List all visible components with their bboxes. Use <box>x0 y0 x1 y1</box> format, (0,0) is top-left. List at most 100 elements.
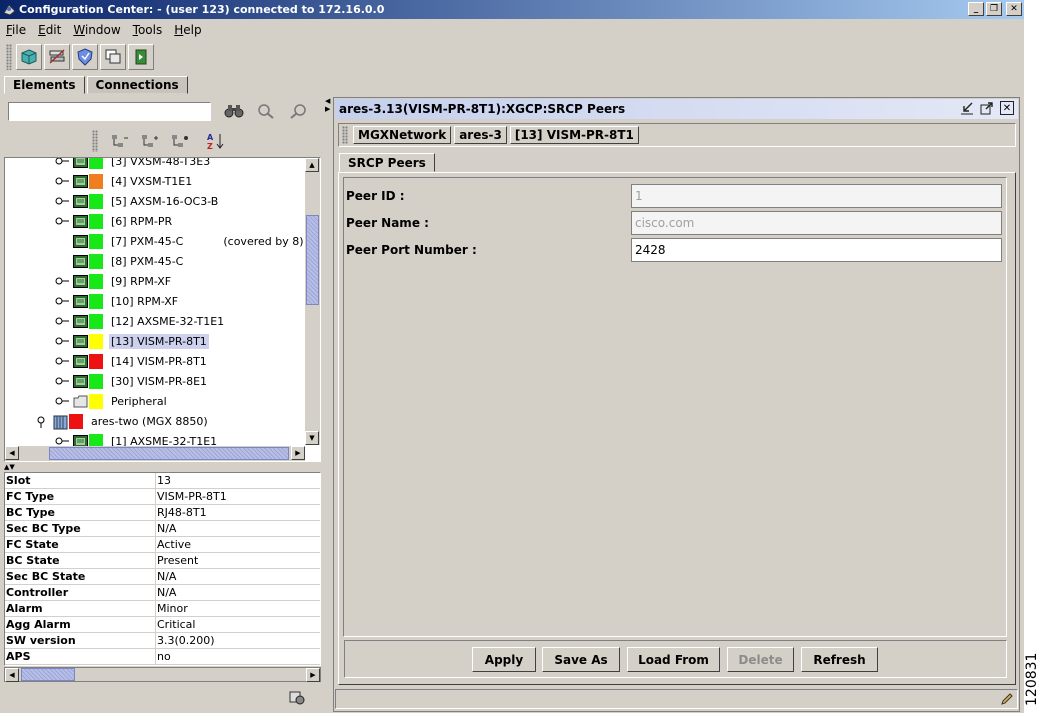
tree-vertical-scrollbar[interactable]: ▲ ▼ <box>305 158 320 445</box>
tree-row[interactable]: [9] RPM-XF <box>55 271 173 291</box>
tree-item-label[interactable]: [14] VISM-PR-8T1 <box>109 354 209 369</box>
breadcrumb-network[interactable]: MGXNetwork <box>353 126 452 144</box>
toolbar-network-button[interactable] <box>44 44 70 70</box>
tree-item-label[interactable]: [4] VXSM-T1E1 <box>109 174 194 189</box>
minimize-button[interactable]: _ <box>968 2 984 16</box>
tree-item-label[interactable]: ares-two (MGX 8850) <box>89 414 210 429</box>
tab-elements[interactable]: Elements <box>4 76 85 94</box>
tree-item-label[interactable]: [7] PXM-45-C <box>109 234 185 249</box>
tree-item-label[interactable]: [12] AXSME-32-T1E1 <box>109 314 226 329</box>
breadcrumb-node[interactable]: ares-3 <box>454 126 507 144</box>
close-button[interactable]: ✕ <box>1006 2 1022 16</box>
vertical-split-divider[interactable]: ◀ ▶ <box>325 95 332 712</box>
toolbar-shield-button[interactable] <box>72 44 98 70</box>
breadcrumb-grip[interactable] <box>342 126 348 144</box>
search-input[interactable] <box>8 102 211 121</box>
property-key: Sec BC Type <box>5 521 156 536</box>
expand-toggle-icon[interactable] <box>55 296 69 306</box>
expand-toggle-icon[interactable] <box>55 196 69 206</box>
tree-row[interactable]: ares-two (MGX 8850) <box>35 411 210 431</box>
apply-button[interactable]: Apply <box>472 647 536 672</box>
scroll-right-button[interactable]: ▶ <box>291 446 305 460</box>
expand-toggle-icon[interactable] <box>55 276 69 286</box>
panel-close-button[interactable]: ✕ <box>1000 101 1014 115</box>
tree-row[interactable]: [3] VXSM-48-T3E3 <box>55 158 212 171</box>
find-next-button[interactable] <box>254 101 278 121</box>
toolbar-windows-button[interactable] <box>100 44 126 70</box>
tree-vscroll-thumb[interactable] <box>306 215 319 305</box>
tree-horizontal-scrollbar[interactable]: ◀ ▶ <box>5 446 305 461</box>
save-as-button[interactable]: Save As <box>542 647 620 672</box>
panel-float-button[interactable] <box>980 101 994 115</box>
tree-row[interactable]: [4] VXSM-T1E1 <box>55 171 194 191</box>
tree-row[interactable]: Peripheral <box>55 391 169 411</box>
find-button[interactable] <box>222 101 246 121</box>
tree-filter-button[interactable] <box>168 131 192 151</box>
scroll-down-button[interactable]: ▼ <box>305 431 319 445</box>
expand-toggle-icon[interactable] <box>55 356 69 366</box>
edit-status-button[interactable] <box>1000 692 1014 709</box>
tree-item-label[interactable]: [3] VXSM-48-T3E3 <box>109 158 212 169</box>
menu-edit[interactable]: Edit <box>32 23 67 37</box>
menu-tools[interactable]: Tools <box>127 23 169 37</box>
peer-name-field[interactable]: cisco.com <box>631 211 1002 235</box>
expand-toggle-icon[interactable] <box>55 216 69 226</box>
split-pane-divider[interactable]: ▲▼ <box>4 463 321 471</box>
peer-id-field[interactable]: 1 <box>631 184 1002 208</box>
tree-hscroll-thumb[interactable] <box>49 447 289 460</box>
tree-item-label[interactable]: [8] PXM-45-C <box>109 254 185 269</box>
menu-window[interactable]: Window <box>67 23 126 37</box>
scroll-left-button[interactable]: ◀ <box>5 446 19 460</box>
menu-file[interactable]: File <box>0 23 32 37</box>
tree-row[interactable]: [8] PXM-45-C <box>55 251 185 271</box>
prop-scroll-left-button[interactable]: ◀ <box>5 668 19 682</box>
properties-horizontal-scrollbar[interactable]: ◀ ▶ <box>4 667 321 682</box>
tree-item-label[interactable]: [6] RPM-PR <box>109 214 174 229</box>
expand-toggle-icon[interactable] <box>55 436 69 446</box>
tree-row[interactable]: [30] VISM-PR-8E1 <box>55 371 209 391</box>
expand-toggle-icon[interactable] <box>55 316 69 326</box>
peer-port-field[interactable]: 2428 <box>631 238 1002 262</box>
refresh-button[interactable]: Refresh <box>801 647 878 672</box>
prop-scroll-right-button[interactable]: ▶ <box>306 668 320 682</box>
tree-item-label[interactable]: [5] AXSM-16-OC3-B <box>109 194 220 209</box>
toolbar-cube-button[interactable] <box>16 44 42 70</box>
tree-row[interactable]: [13] VISM-PR-8T1 <box>55 331 209 351</box>
tree-item-label[interactable]: [13] VISM-PR-8T1 <box>109 333 209 349</box>
tree-row[interactable]: [12] AXSME-32-T1E1 <box>55 311 226 331</box>
expand-toggle-icon[interactable] <box>55 336 69 346</box>
expand-toggle-icon[interactable] <box>55 158 69 166</box>
toolbar-grip[interactable] <box>6 44 12 70</box>
prop-hscroll-thumb[interactable] <box>21 668 75 681</box>
tab-connections[interactable]: Connections <box>86 76 188 94</box>
tree-item-label[interactable]: Peripheral <box>109 394 169 409</box>
collapse-tree-button[interactable] <box>138 131 162 151</box>
tree-item-label[interactable]: [9] RPM-XF <box>109 274 173 289</box>
tree-item-label[interactable]: [10] RPM-XF <box>109 294 180 309</box>
tab-srcp-peers[interactable]: SRCP Peers <box>339 153 435 172</box>
delete-button[interactable]: Delete <box>727 647 794 672</box>
network-status-button[interactable] <box>288 689 306 708</box>
expand-tree-button[interactable] <box>108 131 132 151</box>
sort-button[interactable]: AZ <box>204 131 228 151</box>
tree-row[interactable]: [5] AXSM-16-OC3-B <box>55 191 220 211</box>
find-previous-button[interactable] <box>286 101 310 121</box>
scroll-up-button[interactable]: ▲ <box>305 158 319 172</box>
toolbar-export-button[interactable] <box>128 44 154 70</box>
tree-row[interactable]: [6] RPM-PR <box>55 211 174 231</box>
maximize-button[interactable]: ❐ <box>986 2 1002 16</box>
expand-toggle-icon[interactable] <box>55 376 69 386</box>
tree-toolbar-grip[interactable] <box>92 130 98 152</box>
expand-toggle-icon[interactable] <box>55 396 69 406</box>
expand-toggle-icon[interactable] <box>35 416 49 428</box>
tree-row[interactable]: [10] RPM-XF <box>55 291 180 311</box>
tree-row[interactable]: [7] PXM-45-C (covered by 8) <box>55 231 304 251</box>
menu-help[interactable]: Help <box>168 23 207 37</box>
expand-toggle-icon[interactable] <box>55 176 69 186</box>
load-from-button[interactable]: Load From <box>627 647 720 672</box>
element-tree[interactable]: [3] VXSM-48-T3E3 [4] VXSM-T1E1 [5] AXSM-16… <box>4 157 321 462</box>
panel-minimize-button[interactable] <box>960 101 974 115</box>
tree-item-label[interactable]: [30] VISM-PR-8E1 <box>109 374 209 389</box>
tree-row[interactable]: [14] VISM-PR-8T1 <box>55 351 209 371</box>
breadcrumb-card[interactable]: [13] VISM-PR-8T1 <box>509 126 639 144</box>
